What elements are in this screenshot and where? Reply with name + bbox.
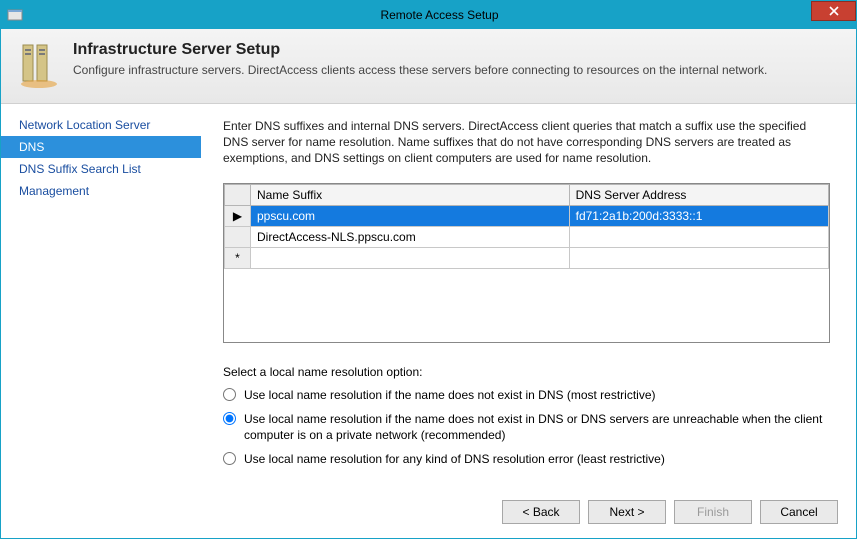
- intro-text: Enter DNS suffixes and internal DNS serv…: [223, 118, 830, 167]
- radio-text: Use local name resolution if the name do…: [244, 411, 830, 443]
- row-marker: *: [225, 247, 251, 268]
- sidebar-item-dns[interactable]: DNS: [1, 136, 201, 158]
- table-row[interactable]: ▶ ppscu.com fd71:2a1b:200d:3333::1: [225, 205, 829, 226]
- cell-address[interactable]: fd71:2a1b:200d:3333::1: [569, 205, 828, 226]
- server-icon: [19, 41, 61, 89]
- radio-input[interactable]: [223, 388, 236, 401]
- wizard-header: Infrastructure Server Setup Configure in…: [1, 29, 856, 104]
- cell-suffix[interactable]: ppscu.com: [251, 205, 570, 226]
- dns-grid[interactable]: Name Suffix DNS Server Address ▶ ppscu.c…: [223, 183, 830, 343]
- finish-button: Finish: [674, 500, 752, 524]
- app-icon: [7, 7, 23, 23]
- cell-suffix[interactable]: DirectAccess-NLS.ppscu.com: [251, 226, 570, 247]
- radio-group-label: Select a local name resolution option:: [223, 365, 830, 379]
- close-button[interactable]: [811, 1, 856, 21]
- radio-text: Use local name resolution for any kind o…: [244, 451, 665, 467]
- back-button[interactable]: < Back: [502, 500, 580, 524]
- radio-input[interactable]: [223, 452, 236, 465]
- wizard-steps-sidebar: Network Location Server DNS DNS Suffix S…: [1, 104, 201, 490]
- col-name-suffix[interactable]: Name Suffix: [251, 184, 570, 205]
- sidebar-item-dns-suffix[interactable]: DNS Suffix Search List: [1, 158, 201, 180]
- wizard-footer: < Back Next > Finish Cancel: [1, 490, 856, 538]
- cell-address[interactable]: [569, 247, 828, 268]
- sidebar-item-nls[interactable]: Network Location Server: [1, 114, 201, 136]
- table-row-new[interactable]: *: [225, 247, 829, 268]
- cancel-button[interactable]: Cancel: [760, 500, 838, 524]
- radio-most-restrictive[interactable]: Use local name resolution if the name do…: [223, 387, 830, 403]
- radio-least-restrictive[interactable]: Use local name resolution for any kind o…: [223, 451, 830, 467]
- next-button[interactable]: Next >: [588, 500, 666, 524]
- sidebar-item-management[interactable]: Management: [1, 180, 201, 202]
- cell-address[interactable]: [569, 226, 828, 247]
- col-dns-address[interactable]: DNS Server Address: [569, 184, 828, 205]
- grid-corner: [225, 184, 251, 205]
- titlebar: Remote Access Setup: [1, 1, 856, 29]
- cell-suffix[interactable]: [251, 247, 570, 268]
- radio-input[interactable]: [223, 412, 236, 425]
- window: Remote Access Setup Infrastructure Serve…: [0, 0, 857, 539]
- page-subtitle: Configure infrastructure servers. Direct…: [73, 63, 767, 77]
- radio-recommended[interactable]: Use local name resolution if the name do…: [223, 411, 830, 443]
- content-pane: Enter DNS suffixes and internal DNS serv…: [201, 104, 856, 490]
- window-title: Remote Access Setup: [23, 8, 856, 22]
- page-title: Infrastructure Server Setup: [73, 41, 767, 59]
- table-row[interactable]: DirectAccess-NLS.ppscu.com: [225, 226, 829, 247]
- row-marker: ▶: [225, 205, 251, 226]
- row-marker: [225, 226, 251, 247]
- resolution-options: Select a local name resolution option: U…: [223, 365, 830, 476]
- radio-text: Use local name resolution if the name do…: [244, 387, 656, 403]
